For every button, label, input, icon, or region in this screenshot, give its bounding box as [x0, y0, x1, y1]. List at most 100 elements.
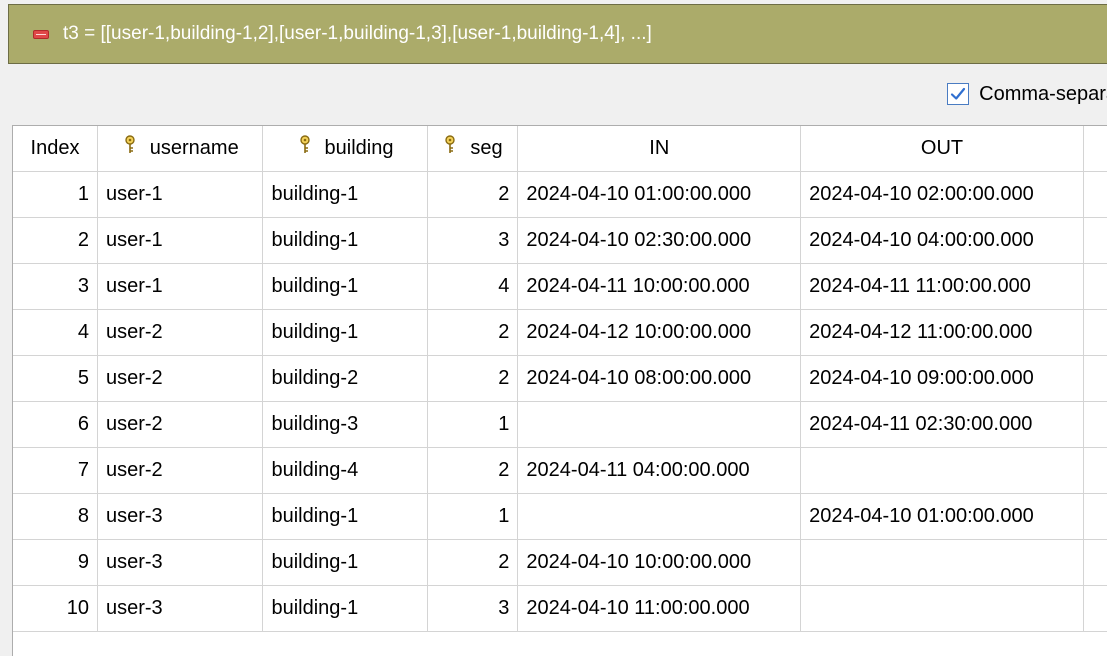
cell-out[interactable]: 2024-04-10 09:00:00.000	[800, 355, 1084, 402]
table-row[interactable]: 7 user-2 building-4 2 2024-04-11 04:00:00.00…	[13, 447, 1107, 494]
cell-out[interactable]	[800, 447, 1084, 494]
cell-username[interactable]: user-2	[97, 447, 264, 494]
cell-username[interactable]: user-1	[97, 263, 264, 310]
cell-out[interactable]: 2024-04-10 01:00:00.000	[800, 493, 1084, 540]
cell-filler	[1083, 217, 1107, 264]
cell-in[interactable]: 2024-04-10 01:00:00.000	[517, 171, 802, 218]
cell-building[interactable]: building-1	[262, 309, 428, 356]
options-bar: Comma-separa	[947, 80, 1107, 108]
cell-building[interactable]: building-2	[262, 355, 428, 402]
cell-out[interactable]: 2024-04-10 04:00:00.000	[800, 217, 1084, 264]
cell-index[interactable]: 1	[13, 171, 98, 218]
cell-index[interactable]: 9	[13, 539, 98, 586]
table-row[interactable]: 8 user-3 building-1 1 2024-04-10 01:00:00.00…	[13, 493, 1107, 540]
cell-seg[interactable]: 2	[427, 355, 519, 402]
comma-separated-label: Comma-separa	[979, 82, 1107, 105]
table-row[interactable]: 3 user-1 building-1 4 2024-04-11 10:00:00.00…	[13, 263, 1107, 310]
cell-building[interactable]: building-1	[262, 217, 428, 264]
cell-seg[interactable]: 2	[427, 447, 519, 494]
column-header-label: Index	[30, 136, 80, 159]
cell-index[interactable]: 5	[13, 355, 98, 402]
key-icon	[122, 135, 138, 161]
column-header-out[interactable]: OUT	[800, 126, 1084, 172]
checkmark-icon	[951, 87, 966, 100]
cell-username[interactable]: user-3	[97, 585, 264, 632]
column-header-label: OUT	[920, 136, 964, 159]
cell-username[interactable]: user-1	[97, 217, 264, 264]
cell-index[interactable]: 4	[13, 309, 98, 356]
cell-username[interactable]: user-2	[97, 355, 264, 402]
cell-building[interactable]: building-1	[262, 493, 428, 540]
cell-in[interactable]	[517, 401, 802, 448]
cell-building[interactable]: building-1	[262, 263, 428, 310]
cell-in[interactable]: 2024-04-10 10:00:00.000	[517, 539, 802, 586]
cell-index[interactable]: 7	[13, 447, 98, 494]
cell-username[interactable]: user-3	[97, 539, 264, 586]
cell-seg[interactable]: 3	[427, 585, 519, 632]
cell-seg[interactable]: 2	[427, 309, 519, 356]
cell-out[interactable]: 2024-04-11 11:00:00.000	[800, 263, 1084, 310]
cell-filler	[1083, 401, 1107, 448]
cell-in[interactable]: 2024-04-11 04:00:00.000	[517, 447, 802, 494]
comma-separated-checkbox[interactable]	[947, 83, 970, 105]
cell-username[interactable]: user-3	[97, 493, 264, 540]
minus-icon[interactable]	[33, 29, 49, 39]
column-header-label: seg	[470, 136, 503, 159]
cell-in[interactable]: 2024-04-10 02:30:00.000	[517, 217, 802, 264]
cell-filler	[1083, 585, 1107, 632]
cell-index[interactable]: 8	[13, 493, 98, 540]
key-icon	[297, 135, 313, 161]
cell-seg[interactable]: 1	[427, 493, 519, 540]
data-table: Index username building seg IN OUT 1 user-1 bui…	[12, 125, 1107, 656]
column-header-in[interactable]: IN	[517, 126, 802, 172]
cell-building[interactable]: building-3	[262, 401, 428, 448]
cell-index[interactable]: 3	[13, 263, 98, 310]
cell-filler	[1083, 171, 1107, 218]
cell-in[interactable]: 2024-04-10 08:00:00.000	[517, 355, 802, 402]
cell-out[interactable]: 2024-04-11 02:30:00.000	[800, 401, 1084, 448]
table-row[interactable]: 6 user-2 building-3 1 2024-04-11 02:30:00.00…	[13, 401, 1107, 448]
table-body: 1 user-1 building-1 2 2024-04-10 01:00:00.00…	[13, 171, 1107, 632]
cell-filler	[1083, 493, 1107, 540]
cell-username[interactable]: user-2	[97, 401, 264, 448]
cell-username[interactable]: user-2	[97, 309, 264, 356]
cell-in[interactable]: 2024-04-10 11:00:00.000	[517, 585, 802, 632]
cell-out[interactable]: 2024-04-12 11:00:00.000	[800, 309, 1084, 356]
cell-in[interactable]: 2024-04-12 10:00:00.000	[517, 309, 802, 356]
cell-seg[interactable]: 2	[427, 171, 519, 218]
cell-filler	[1083, 447, 1107, 494]
cell-in[interactable]: 2024-04-11 10:00:00.000	[517, 263, 802, 310]
cell-seg[interactable]: 4	[427, 263, 519, 310]
cell-index[interactable]: 6	[13, 401, 98, 448]
cell-index[interactable]: 2	[13, 217, 98, 264]
cell-out[interactable]	[800, 539, 1084, 586]
cell-index[interactable]: 10	[13, 585, 98, 632]
variable-title: t3 = [[user-1,building-1,2],[user-1,buil…	[63, 23, 652, 44]
cell-seg[interactable]: 1	[427, 401, 519, 448]
column-header-username[interactable]: username	[97, 126, 264, 172]
cell-username[interactable]: user-1	[97, 171, 264, 218]
table-row[interactable]: 10 user-3 building-1 3 2024-04-10 11:00:00.0…	[13, 585, 1107, 632]
column-header-seg[interactable]: seg	[427, 126, 519, 172]
cell-seg[interactable]: 2	[427, 539, 519, 586]
table-row[interactable]: 2 user-1 building-1 3 2024-04-10 02:30:00.00…	[13, 217, 1107, 264]
cell-out[interactable]	[800, 585, 1084, 632]
column-header-index[interactable]: Index	[13, 126, 98, 172]
table-row[interactable]: 4 user-2 building-1 2 2024-04-12 10:00:00.00…	[13, 309, 1107, 356]
key-icon	[442, 135, 458, 161]
cell-filler	[1083, 309, 1107, 356]
column-header-label: building	[324, 136, 394, 159]
cell-out[interactable]: 2024-04-10 02:00:00.000	[800, 171, 1084, 218]
cell-building[interactable]: building-1	[262, 585, 428, 632]
cell-building[interactable]: building-4	[262, 447, 428, 494]
cell-in[interactable]	[517, 493, 802, 540]
variable-header: t3 = [[user-1,building-1,2],[user-1,buil…	[8, 4, 1107, 64]
cell-seg[interactable]: 3	[427, 217, 519, 264]
table-row[interactable]: 9 user-3 building-1 2 2024-04-10 10:00:00.00…	[13, 539, 1107, 586]
column-header-building[interactable]: building	[262, 126, 428, 172]
cell-building[interactable]: building-1	[262, 171, 428, 218]
table-row[interactable]: 1 user-1 building-1 2 2024-04-10 01:00:00.00…	[13, 171, 1107, 218]
column-header-label: username	[149, 136, 239, 159]
table-row[interactable]: 5 user-2 building-2 2 2024-04-10 08:00:00.00…	[13, 355, 1107, 402]
cell-building[interactable]: building-1	[262, 539, 428, 586]
